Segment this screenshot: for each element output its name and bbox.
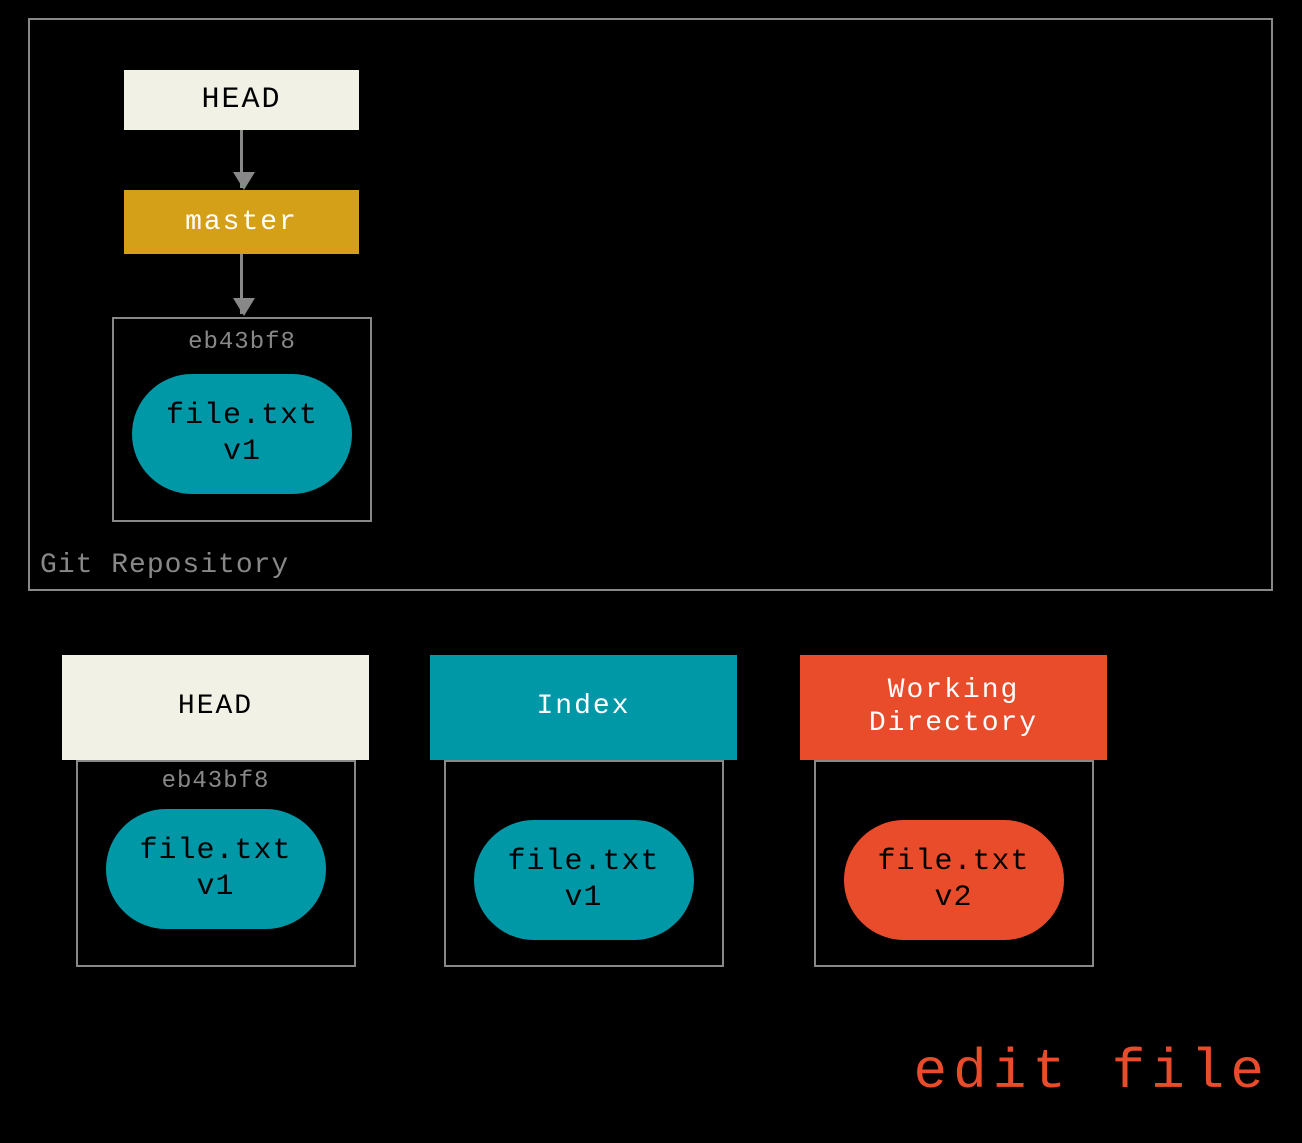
column-index-file-version: v1 [564,880,602,916]
commit-hash: eb43bf8 [114,329,370,356]
git-repository-label: Git Repository [40,550,289,581]
head-ref-box: HEAD [124,70,359,130]
column-head: HEAD eb43bf8 file.txt v1 [62,655,369,967]
caption-edit-file: edit file [914,1040,1270,1104]
git-repository-box: Git Repository HEAD master eb43bf8 file.… [28,18,1273,591]
commit-file-name: file.txt [166,398,318,434]
commit-file-blob: file.txt v1 [132,374,352,494]
column-head-title: HEAD [178,691,253,723]
branch-label: master [185,207,298,238]
commit-file-version: v1 [223,434,261,470]
column-wd-file-version: v2 [934,880,972,916]
column-index-body: file.txt v1 [444,760,724,967]
column-head-file-blob: file.txt v1 [106,809,326,929]
branch-box: master [124,190,359,254]
column-index-file-name: file.txt [507,844,659,880]
column-wd-header: Working Directory [800,655,1107,760]
column-wd-file-blob: file.txt v2 [844,820,1064,940]
column-wd-file-name: file.txt [877,844,1029,880]
column-index: Index file.txt v1 [430,655,737,967]
column-index-title: Index [536,691,630,723]
commit-box: eb43bf8 file.txt v1 [112,317,372,522]
column-head-body: eb43bf8 file.txt v1 [76,760,356,967]
arrow-head-to-master [240,130,243,188]
column-wd-title-line1: Working [888,675,1020,707]
column-wd-title-line2: Directory [869,708,1038,740]
column-head-file-name: file.txt [139,833,291,869]
arrow-master-to-commit [240,254,243,314]
column-head-header: HEAD [62,655,369,760]
column-head-hash: eb43bf8 [78,768,354,795]
head-ref-label: HEAD [201,83,281,117]
column-working-directory: Working Directory file.txt v2 [800,655,1107,967]
column-index-file-blob: file.txt v1 [474,820,694,940]
column-index-header: Index [430,655,737,760]
column-wd-body: file.txt v2 [814,760,1094,967]
column-head-file-version: v1 [196,869,234,905]
